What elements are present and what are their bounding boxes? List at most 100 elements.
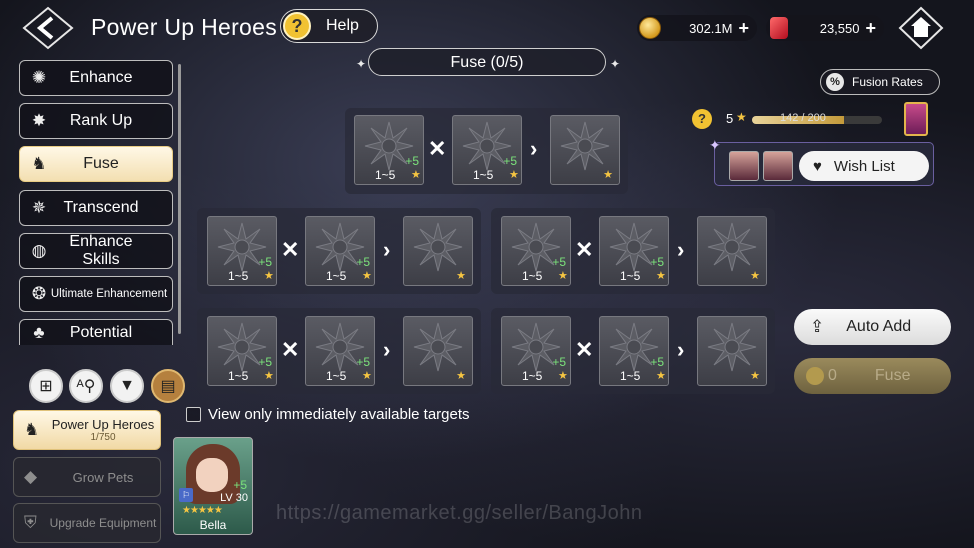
- combine-icon: ✕: [281, 237, 300, 262]
- star-range: 1~5: [375, 168, 396, 182]
- star-range: 1~5: [228, 269, 249, 283]
- ultimate-icon: ❂: [31, 284, 47, 303]
- enhance-icon: ✺: [31, 68, 47, 87]
- reward-card-icon[interactable]: [904, 102, 928, 136]
- star-range: 1~5: [326, 269, 347, 283]
- bonus-label: +5: [258, 255, 272, 269]
- fusion-slot[interactable]: +5 1~5 ★: [501, 316, 571, 386]
- result-arrow-icon: ›: [677, 237, 685, 262]
- gold-coin-icon: [639, 17, 661, 39]
- sidebar-scrollbar[interactable]: [178, 64, 181, 334]
- star-icon: ★: [736, 110, 747, 124]
- fusion-result-slot: ★: [697, 316, 767, 386]
- result-arrow-icon: ›: [383, 337, 391, 362]
- checkbox[interactable]: [186, 407, 201, 422]
- home-button[interactable]: [898, 6, 944, 50]
- fusion-rates-button[interactable]: % Fusion Rates: [820, 69, 940, 95]
- star-icon: ★: [456, 270, 466, 282]
- help-label: Help: [326, 17, 359, 34]
- sidebar-item-fuse[interactable]: ♞ Fuse: [19, 146, 173, 182]
- star-range: 1~5: [473, 168, 494, 182]
- checkbox-label: View only immediately available targets: [208, 406, 470, 423]
- hero-slot-emblem-icon: [413, 322, 463, 372]
- sidebar-item-label: Potential: [69, 323, 133, 341]
- add-gold-button[interactable]: +: [738, 18, 749, 39]
- treasure-chest-button[interactable]: ▤: [151, 369, 185, 403]
- star-icon: ★: [264, 370, 274, 382]
- fusion-slot[interactable]: +5 1~5 ★: [501, 216, 571, 286]
- mode-title: Upgrade Equipment: [49, 516, 157, 530]
- result-arrow-icon: ›: [530, 136, 538, 161]
- star-range: 1~5: [522, 269, 543, 283]
- sidebar-item-enhance-skills[interactable]: ◍ Enhance Skills: [19, 233, 173, 269]
- sparkle-icon: ✦: [709, 137, 721, 153]
- help-button[interactable]: ? Help: [280, 9, 378, 43]
- sidebar-item-label: Rank Up: [69, 112, 133, 129]
- hero-slot-emblem-icon: [413, 222, 463, 272]
- grid-icon: ⊞: [39, 378, 53, 395]
- wish-hero-avatar[interactable]: [729, 151, 759, 181]
- sidebar-item-transcend[interactable]: ✵ Transcend: [19, 190, 173, 226]
- bonus-label: +5: [356, 255, 370, 269]
- back-button[interactable]: [22, 6, 74, 50]
- hero-face: [196, 458, 228, 492]
- result-arrow-icon: ›: [383, 237, 391, 262]
- add-gems-button[interactable]: +: [865, 18, 876, 39]
- gold-amount: 302.1M: [689, 20, 733, 36]
- auto-add-button[interactable]: ⇪ Auto Add: [794, 309, 951, 345]
- combine-icon: ✕: [281, 337, 300, 362]
- hero-name: Bella: [199, 518, 227, 532]
- fusion-slot[interactable]: +5 1~5 ★: [207, 316, 277, 386]
- sidebar-item-label: Transcend: [63, 199, 139, 216]
- fuse-icon: ♞: [31, 154, 47, 173]
- star-icon: ★: [509, 169, 519, 181]
- star-icon: ★: [362, 370, 372, 382]
- wish-list-button[interactable]: ♥ Wish List: [799, 151, 929, 181]
- fusion-slot[interactable]: +5 1~5 ★: [599, 316, 669, 386]
- fuse-button[interactable]: 0 Fuse: [794, 358, 951, 394]
- sidebar-item-enhance[interactable]: ✺ Enhance: [19, 60, 173, 96]
- bonus-label: +5: [503, 154, 517, 168]
- star-icon: ★: [456, 370, 466, 382]
- sidebar-item-potential[interactable]: ♣ Potential: [19, 319, 173, 345]
- bonus-label: +5: [552, 255, 566, 269]
- fusion-slot[interactable]: +5 1~5 ★: [207, 216, 277, 286]
- filter-button[interactable]: ▼: [110, 369, 144, 403]
- hero-silhouette-icon: ♞: [24, 420, 40, 439]
- available-targets-filter[interactable]: View only immediately available targets: [186, 406, 470, 423]
- mode-upgrade-equipment[interactable]: ⛨ Upgrade Equipment: [13, 503, 161, 543]
- fusion-result-slot: ★: [403, 316, 473, 386]
- gold-coin-icon: [806, 367, 824, 385]
- fusion-slot[interactable]: +5 1~5 ★: [305, 216, 375, 286]
- upload-icon: ⇪: [810, 317, 825, 336]
- sidebar-item-ultimate-enhancement[interactable]: ❂ Ultimate Enhancement: [19, 276, 173, 312]
- bonus-label: +5: [356, 355, 370, 369]
- fusion-slot[interactable]: +5 1~5 ★: [354, 115, 424, 185]
- combine-icon: ✕: [428, 136, 447, 161]
- fusion-result-slot: ★: [697, 216, 767, 286]
- mode-grow-pets[interactable]: ◆ Grow Pets: [13, 457, 161, 497]
- mode-power-up-heroes[interactable]: ♞ Power Up Heroes 1/750: [13, 410, 161, 450]
- search-sort-button[interactable]: ᴬ⚲: [69, 369, 103, 403]
- hero-slot-emblem-icon: [707, 322, 757, 372]
- star-icon: ★: [558, 270, 568, 282]
- gem-currency: 23,550 +: [766, 15, 884, 41]
- auto-add-label: Auto Add: [846, 318, 912, 335]
- sidebar-item-rank-up[interactable]: ✸ Rank Up: [19, 103, 173, 139]
- fuse-label: Fuse: [874, 367, 911, 384]
- fusion-slot[interactable]: +5 1~5 ★: [452, 115, 522, 185]
- bonus-label: +5: [405, 154, 419, 168]
- star-range: 1~5: [620, 269, 641, 283]
- wish-hero-avatar[interactable]: [763, 151, 793, 181]
- progress-help-button[interactable]: ?: [692, 109, 712, 129]
- fuse-count-header: Fuse (0/5): [368, 48, 606, 76]
- back-icon: [22, 6, 74, 50]
- hero-card[interactable]: +5 ⚐ LV 30 ★★★★★ Bella: [173, 437, 253, 535]
- rank-up-icon: ✸: [31, 111, 47, 130]
- fusion-slot[interactable]: +5 1~5 ★: [305, 316, 375, 386]
- fusion-slot[interactable]: +5 1~5 ★: [599, 216, 669, 286]
- gold-currency: 302.1M +: [637, 15, 757, 41]
- wish-list-panel: ✦ ♥ Wish List: [709, 137, 934, 186]
- grid-view-button[interactable]: ⊞: [29, 369, 63, 403]
- hero-slot-emblem-icon: [707, 222, 757, 272]
